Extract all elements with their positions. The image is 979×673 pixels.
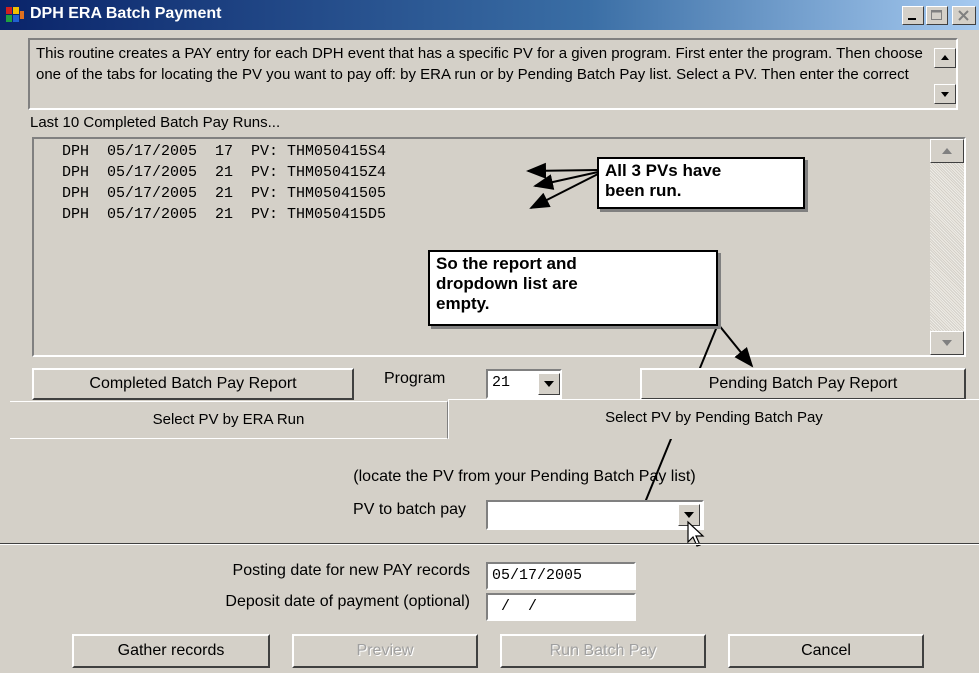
pending-report-button[interactable]: Pending Batch Pay Report <box>640 368 966 400</box>
callout-line: All 3 PVs have <box>605 161 722 180</box>
gather-records-button[interactable]: Gather records <box>72 634 270 668</box>
callout-line: So the report and <box>436 254 577 273</box>
program-select[interactable]: 21 <box>486 369 562 399</box>
posting-date-field[interactable]: 05/17/2005 <box>486 562 636 590</box>
cancel-button[interactable]: Cancel <box>728 634 924 668</box>
run-batch-pay-button[interactable]: Run Batch Pay <box>500 634 706 668</box>
mouse-cursor-icon <box>687 520 705 547</box>
pv-label: PV to batch pay <box>353 501 466 518</box>
program-label: Program <box>384 370 446 387</box>
posting-date-label: Posting date for new PAY records <box>232 562 470 579</box>
callout-line: dropdown list are <box>436 274 578 293</box>
tab-era-run[interactable]: Select PV by ERA Run <box>10 401 448 439</box>
runs-callout: All 3 PVs have been run. <box>597 157 805 209</box>
pending-hint: (locate the PV from your Pending Batch P… <box>353 468 696 485</box>
program-dropdown-button[interactable] <box>538 373 560 395</box>
callout-line: empty. <box>436 294 490 313</box>
program-value: 21 <box>492 374 511 391</box>
tab-pending-batch-pay[interactable]: Select PV by Pending Batch Pay <box>448 399 979 439</box>
annotation-arrow <box>717 323 754 368</box>
chevron-down-icon <box>544 381 554 387</box>
annotation-arrow <box>526 162 599 179</box>
preview-button[interactable]: Preview <box>292 634 478 668</box>
deposit-date-field[interactable]: / / <box>486 593 636 621</box>
pv-select[interactable] <box>486 500 704 530</box>
tab-panel-bottom <box>0 543 979 545</box>
deposit-date-label: Deposit date of payment (optional) <box>225 593 470 610</box>
empty-callout: So the report and dropdown list are empt… <box>428 250 718 326</box>
completed-report-button[interactable]: Completed Batch Pay Report <box>32 368 354 400</box>
callout-line: been run. <box>605 181 682 200</box>
